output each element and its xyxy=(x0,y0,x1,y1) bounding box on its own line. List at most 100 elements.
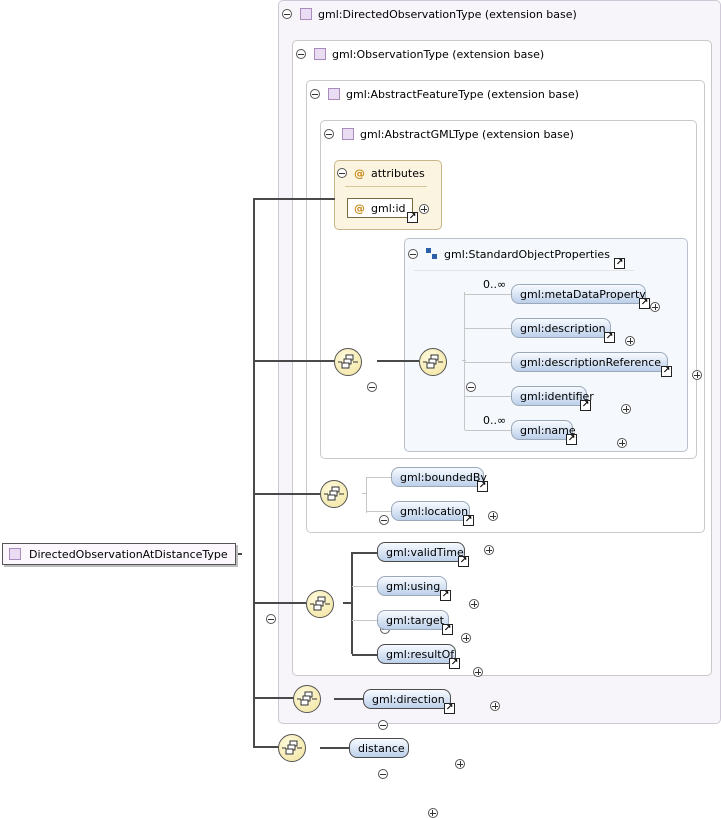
element-gml-name[interactable]: gml:name xyxy=(511,420,576,440)
link-arrow-icon[interactable]: ↗ xyxy=(614,258,625,269)
complex-type-icon xyxy=(9,548,21,560)
connector xyxy=(255,746,279,748)
type-label: gml:AbstractFeatureType (extension base) xyxy=(346,87,579,101)
attributes-title: attributes xyxy=(371,166,425,180)
sequence-glyph xyxy=(338,354,358,369)
sequence-glyph xyxy=(297,691,317,706)
root-type-box[interactable]: DirectedObservationAtDistanceType xyxy=(2,543,236,565)
expand-icon[interactable] xyxy=(621,404,631,414)
collapse-icon[interactable] xyxy=(379,515,389,525)
connector xyxy=(465,430,511,431)
collapse-icon[interactable] xyxy=(310,89,320,99)
expand-icon[interactable] xyxy=(692,370,702,380)
expand-icon[interactable] xyxy=(419,204,429,214)
element-gml-target[interactable]: gml:target xyxy=(377,610,449,630)
expand-icon[interactable] xyxy=(461,633,471,643)
sequence-glyph xyxy=(282,740,302,755)
element-gml-boundedby[interactable]: gml:boundedBy xyxy=(391,467,487,487)
connector xyxy=(352,586,377,587)
collapse-icon[interactable] xyxy=(367,382,377,392)
attribute-icon: @ xyxy=(354,166,365,180)
expand-icon[interactable] xyxy=(488,511,498,521)
type-label: gml:AbstractGMLType (extension base) xyxy=(360,127,574,141)
connector xyxy=(352,552,377,554)
connector xyxy=(255,493,321,495)
link-arrow-icon[interactable]: ↗ xyxy=(477,481,488,492)
divider xyxy=(345,186,427,187)
element-gml-direction[interactable]: gml:direction xyxy=(363,689,451,709)
connector xyxy=(334,698,364,700)
abstract-gml-type-header[interactable]: gml:AbstractGMLType (extension base) xyxy=(324,126,574,142)
directed-observation-type-header[interactable]: gml:DirectedObservationType (extension b… xyxy=(282,6,577,22)
collapse-icon[interactable] xyxy=(377,769,388,779)
link-arrow-icon[interactable]: ↗ xyxy=(444,703,455,714)
connector xyxy=(465,362,511,363)
collapse-icon[interactable] xyxy=(465,382,476,392)
attributes-header[interactable]: @ attributes xyxy=(337,165,425,181)
collapse-icon[interactable] xyxy=(337,168,347,178)
element-label: gml:descriptionReference xyxy=(520,355,662,369)
collapse-icon[interactable] xyxy=(266,614,276,624)
expand-icon[interactable] xyxy=(427,808,438,818)
link-arrow-icon[interactable]: ↗ xyxy=(440,590,451,601)
sequence-compositor-icon[interactable] xyxy=(293,685,321,713)
attribute-gml-id[interactable]: @ gml:id xyxy=(347,198,413,218)
element-gml-identifier[interactable]: gml:identifier xyxy=(511,386,594,406)
connector xyxy=(465,396,511,397)
collapse-icon[interactable] xyxy=(408,249,418,259)
expand-icon[interactable] xyxy=(484,545,494,555)
connector xyxy=(253,198,255,748)
link-arrow-icon[interactable]: ↗ xyxy=(463,515,474,526)
expand-icon[interactable] xyxy=(490,701,500,711)
sequence-compositor-icon[interactable] xyxy=(306,590,334,618)
element-gml-using[interactable]: gml:using xyxy=(377,576,447,596)
element-label: gml:metaDataProperty xyxy=(520,287,646,301)
element-distance[interactable]: distance xyxy=(349,738,409,758)
collapse-icon[interactable] xyxy=(378,720,388,730)
expand-icon[interactable] xyxy=(473,667,483,677)
abstract-feature-type-header[interactable]: gml:AbstractFeatureType (extension base) xyxy=(310,86,579,102)
element-label: gml:location xyxy=(400,504,469,518)
group-label: gml:StandardObjectProperties xyxy=(444,247,610,261)
link-arrow-icon[interactable]: ↗ xyxy=(458,556,469,567)
expand-icon[interactable] xyxy=(650,302,660,312)
connector xyxy=(367,511,391,512)
expand-icon[interactable] xyxy=(617,438,627,448)
connector xyxy=(255,360,335,362)
element-gml-validtime[interactable]: gml:validTime xyxy=(377,542,465,562)
link-arrow-icon[interactable]: ↗ xyxy=(442,624,453,635)
collapse-icon[interactable] xyxy=(296,49,306,59)
multiplicity-label: 0..∞ xyxy=(483,278,507,291)
attribute-icon: @ xyxy=(354,201,365,215)
link-arrow-icon[interactable]: ↗ xyxy=(407,212,418,223)
link-arrow-icon[interactable]: ↗ xyxy=(449,658,460,669)
expand-icon[interactable] xyxy=(469,599,479,609)
sequence-compositor-icon[interactable] xyxy=(419,348,447,376)
observation-type-header[interactable]: gml:ObservationType (extension base) xyxy=(296,46,544,62)
element-gml-description[interactable]: gml:description xyxy=(511,318,611,338)
sequence-compositor-icon[interactable] xyxy=(334,348,362,376)
connector xyxy=(465,328,511,329)
complex-type-icon xyxy=(300,8,312,20)
link-arrow-icon[interactable]: ↗ xyxy=(604,332,615,343)
element-label: gml:direction xyxy=(372,692,445,706)
connector xyxy=(464,292,465,430)
link-arrow-icon[interactable]: ↗ xyxy=(580,400,591,411)
link-arrow-icon[interactable]: ↗ xyxy=(639,298,650,309)
sequence-compositor-icon[interactable] xyxy=(278,734,306,762)
collapse-icon[interactable] xyxy=(282,9,292,19)
group-header[interactable]: gml:StandardObjectProperties xyxy=(408,246,610,262)
connector xyxy=(253,198,335,200)
element-gml-location[interactable]: gml:location xyxy=(391,501,470,521)
collapse-icon[interactable] xyxy=(324,129,334,139)
element-gml-metadataproperty[interactable]: gml:metaDataProperty xyxy=(511,284,646,304)
link-arrow-icon[interactable]: ↗ xyxy=(661,366,672,377)
connector xyxy=(462,360,466,361)
expand-icon[interactable] xyxy=(625,336,635,346)
element-gml-descriptionreference[interactable]: gml:descriptionReference xyxy=(511,352,668,372)
link-arrow-icon[interactable]: ↗ xyxy=(566,434,577,445)
connector xyxy=(377,360,419,362)
sequence-compositor-icon[interactable] xyxy=(320,480,348,508)
element-gml-resultof[interactable]: gml:resultOf xyxy=(377,644,456,664)
type-label: gml:ObservationType (extension base) xyxy=(332,47,545,61)
